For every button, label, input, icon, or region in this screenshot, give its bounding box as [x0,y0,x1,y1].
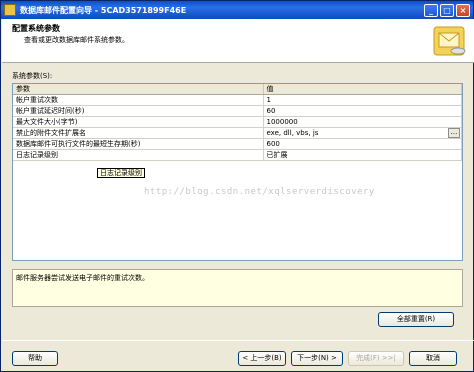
close-button[interactable]: × [456,3,470,17]
app-icon [4,4,16,16]
reset-all-button[interactable]: 全部重置(R) [378,312,454,327]
grid-header-row: 参数 值 [13,84,462,95]
title-bar[interactable]: 数据库邮件配置向导 - 5CAD3571899F46E _ □ × [1,1,473,19]
cancel-button[interactable]: 取消 [409,351,457,366]
parameter-description: 邮件服务器尝试发送电子邮件的重试次数。 [12,269,463,307]
wizard-window: 数据库邮件配置向导 - 5CAD3571899F46E _ □ × 配置系统参数… [0,0,474,372]
parameter-value[interactable]: 已扩展 [263,149,462,161]
parameter-value[interactable]: 60 [263,105,462,117]
page-title: 配置系统参数 [12,24,60,33]
table-row[interactable]: 数据库邮件可执行文件的最短生存期(秒) 600 [13,138,462,150]
wizard-header: 配置系统参数 查看或更改数据库邮件系统参数。 [2,19,474,63]
browse-ellipsis-button[interactable]: ... [448,128,460,138]
table-row[interactable]: 日志记录级别 已扩展 [13,149,462,161]
parameter-value-cell[interactable]: exe, dll, vbs, js ... [263,127,462,139]
parameter-value[interactable]: 1 [263,94,462,106]
parameter-value[interactable]: 600 [263,138,462,150]
window-title: 数据库邮件配置向导 - 5CAD3571899F46E [20,5,187,15]
finish-button: 完成(F) >>| [348,351,404,366]
column-header-parameter[interactable]: 参数 [13,84,264,95]
parameter-name: 禁止的附件文件扩展名 [13,127,264,139]
next-button[interactable]: 下一步(N) > [291,351,343,366]
back-button[interactable]: < 上一步(B) [238,351,286,366]
page-subtitle: 查看或更改数据库邮件系统参数。 [24,36,129,44]
parameter-name: 帐户重试次数 [13,94,264,106]
minimize-button[interactable]: _ [424,3,438,17]
parameter-name: 日志记录级别 [13,149,264,161]
table-row[interactable]: 帐户重试次数 1 [13,94,462,106]
column-header-value[interactable]: 值 [263,84,462,95]
table-row[interactable]: 帐户重试延迟时间(秒) 60 [13,105,462,117]
parameter-value[interactable]: 1000000 [263,116,462,128]
watermark: http://blog.csdn.net/xqlserverdiscovery [144,187,375,197]
parameter-name: 最大文件大小(字节) [13,116,264,128]
parameter-name: 数据库邮件可执行文件的最短生存期(秒) [13,138,264,150]
tooltip: 日志记录级别 [97,168,145,178]
parameters-grid[interactable]: 参数 值 帐户重试次数 1 帐户重试延迟时间(秒) 60 最大文件大小(字节) … [12,83,463,261]
help-button[interactable]: 帮助 [12,351,58,366]
system-parameters-label: 系统参数(S): [12,72,53,80]
parameter-name: 帐户重试延迟时间(秒) [13,105,264,117]
table-row[interactable]: 禁止的附件文件扩展名 exe, dll, vbs, js ... [13,127,462,139]
parameter-value[interactable]: exe, dll, vbs, js [267,129,319,137]
database-mail-logo-icon [433,26,466,56]
footer-divider [2,340,474,341]
maximize-button[interactable]: □ [440,3,454,17]
table-row[interactable]: 最大文件大小(字节) 1000000 [13,116,462,128]
